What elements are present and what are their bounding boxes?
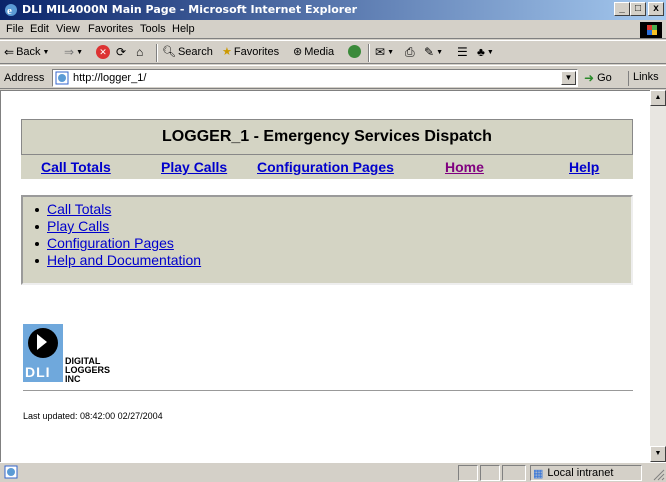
edit-icon: ✎ <box>424 45 435 59</box>
last-updated: Last updated: 08:42:00 02/27/2004 <box>23 411 163 421</box>
back-arrow-icon: ⇐ <box>4 45 15 59</box>
chevron-down-icon: ▼ <box>42 48 50 56</box>
vertical-scrollbar[interactable]: ▲ ▼ <box>650 90 666 462</box>
scroll-down-button[interactable]: ▼ <box>650 446 666 462</box>
list-item: Help and Documentation <box>35 252 201 269</box>
page-icon <box>55 71 69 85</box>
print-icon: ⎙ <box>405 45 415 59</box>
mail-icon: ✉ <box>375 45 386 59</box>
minimize-button[interactable]: _ <box>614 2 630 16</box>
chevron-down-icon: ▼ <box>387 48 394 56</box>
windows-logo-icon <box>640 22 662 38</box>
link-help-documentation[interactable]: Help and Documentation <box>47 252 201 269</box>
maximize-button[interactable]: □ <box>630 2 646 16</box>
links-button[interactable]: Links <box>628 71 659 86</box>
intranet-icon: ▦ <box>533 467 544 480</box>
address-dropdown-button[interactable]: ▼ <box>561 71 576 85</box>
toolbar: ⇐ Back ▼ ⇒ ▼ ✕ ⟳ ⌂ 🔍︎ Search ★ Favorites… <box>0 40 666 64</box>
page-status-icon <box>4 465 18 479</box>
stop-button[interactable]: ✕ <box>96 45 110 59</box>
discuss-button[interactable]: ☰ <box>457 45 468 59</box>
link-configuration-pages[interactable]: Configuration Pages <box>47 235 174 252</box>
address-label: Address <box>4 72 45 84</box>
edit-button[interactable]: ✎ ▼ <box>424 45 443 59</box>
print-button[interactable]: ⎙ <box>405 45 415 60</box>
history-icon <box>348 45 361 58</box>
page-viewport: LOGGER_1 - Emergency Services Dispatch C… <box>0 90 650 462</box>
media-icon: ⊛ <box>293 46 303 58</box>
favorites-label: Favorites <box>233 45 280 58</box>
scroll-up-button[interactable]: ▲ <box>650 90 666 106</box>
menu-help[interactable]: Help <box>172 23 195 35</box>
menu-bar: File Edit View Favorites Tools Help <box>0 20 666 39</box>
menu-tools[interactable]: Tools <box>140 23 166 35</box>
home-button[interactable]: ⌂ <box>136 45 143 59</box>
divider <box>23 390 633 391</box>
search-button[interactable]: 🔍︎ Search <box>162 45 213 59</box>
media-label: Media <box>304 45 335 58</box>
list-item: Configuration Pages <box>35 235 201 252</box>
go-button[interactable]: ➜ Go <box>584 71 612 85</box>
security-zone: ▦ Local intranet <box>530 465 642 481</box>
list-item: Call Totals <box>35 201 201 218</box>
messenger-icon: ♣ <box>477 45 485 59</box>
title-bar: e DLI MIL4000N Main Page - Microsoft Int… <box>0 0 666 20</box>
forward-button[interactable]: ⇒ ▼ <box>64 45 83 59</box>
link-play-calls[interactable]: Play Calls <box>47 218 109 235</box>
logo-company-name: DIGITAL LOGGERS INC <box>65 356 111 384</box>
address-input[interactable]: http://logger_1/ ▼ <box>52 69 578 87</box>
svg-text:e: e <box>7 5 12 17</box>
dli-logo: DLI DIGITAL LOGGERS INC <box>23 324 143 384</box>
resize-grip-icon[interactable] <box>653 469 665 481</box>
window-title: DLI MIL4000N Main Page - Microsoft Inter… <box>22 3 358 16</box>
menu-view[interactable]: View <box>56 23 80 35</box>
address-bar: Address http://logger_1/ ▼ ➜ Go Links <box>0 65 666 89</box>
chevron-down-icon: ▼ <box>76 48 83 56</box>
logo-mark: DLI <box>23 324 63 382</box>
logo-dli-text: DLI <box>25 364 51 380</box>
link-menu: Call Totals Play Calls Configuration Pag… <box>21 195 633 285</box>
history-button[interactable] <box>348 45 361 58</box>
forward-arrow-icon: ⇒ <box>64 45 75 59</box>
go-arrow-icon: ➜ <box>584 71 595 85</box>
go-label: Go <box>597 72 612 84</box>
back-label: Back <box>16 46 41 58</box>
page-title: LOGGER_1 - Emergency Services Dispatch <box>162 128 492 145</box>
nav-play-calls[interactable]: Play Calls <box>161 159 227 175</box>
back-button[interactable]: ⇐ Back ▼ <box>4 45 49 59</box>
nav-home[interactable]: Home <box>445 159 484 175</box>
nav-bar: Call Totals Play Calls Configuration Pag… <box>21 155 633 179</box>
nav-call-totals[interactable]: Call Totals <box>41 159 111 175</box>
refresh-icon: ⟳ <box>116 45 127 59</box>
nav-help[interactable]: Help <box>569 159 599 175</box>
page-header: LOGGER_1 - Emergency Services Dispatch <box>21 119 633 155</box>
refresh-button[interactable]: ⟳ <box>116 45 126 59</box>
mail-button[interactable]: ✉ ▼ <box>375 45 394 59</box>
chevron-down-icon: ▼ <box>436 48 443 56</box>
address-url: http://logger_1/ <box>73 72 147 84</box>
chevron-down-icon: ▼ <box>486 48 494 56</box>
stop-icon: ✕ <box>96 45 110 59</box>
search-label: Search <box>177 45 213 58</box>
list-item: Play Calls <box>35 218 201 235</box>
favorites-button[interactable]: ★ Favorites <box>222 45 280 59</box>
discuss-icon: ☰ <box>457 45 468 59</box>
favorites-icon: ★ <box>222 46 232 58</box>
search-icon: 🔍︎ <box>162 46 176 58</box>
nav-configuration-pages[interactable]: Configuration Pages <box>257 159 394 175</box>
menu-file[interactable]: File <box>6 23 24 35</box>
zone-label: Local intranet <box>547 467 614 479</box>
link-call-totals[interactable]: Call Totals <box>47 201 111 218</box>
ie-icon: e <box>5 4 17 17</box>
status-bar: ▦ Local intranet <box>0 462 666 482</box>
menu-edit[interactable]: Edit <box>30 23 49 35</box>
close-button[interactable]: x <box>648 2 664 16</box>
media-button[interactable]: ⊛ Media <box>293 45 335 59</box>
menu-favorites[interactable]: Favorites <box>88 23 133 35</box>
home-icon: ⌂ <box>136 45 144 59</box>
messenger-button[interactable]: ♣ ▼ <box>477 45 494 59</box>
